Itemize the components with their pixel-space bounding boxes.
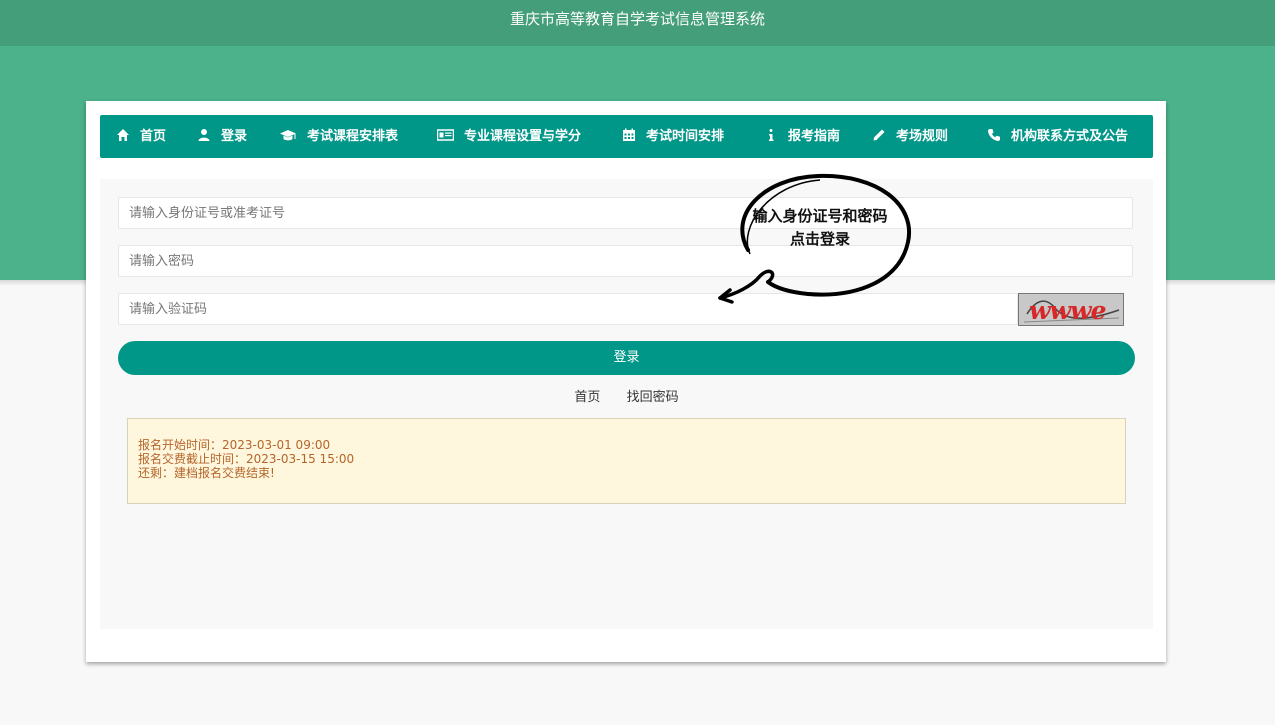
pencil-icon (872, 128, 886, 142)
title-bar: 重庆市高等教育自学考试信息管理系统 (0, 0, 1275, 46)
nav-item-login[interactable]: 登录 (197, 115, 247, 158)
annotation-text: 输入身份证号和密码 点击登录 (730, 205, 910, 251)
phone-icon (987, 128, 1001, 142)
nav-item-rules[interactable]: 考场规则 (872, 115, 948, 158)
main-nav: 首页 登录 考试课程安排表 专业课程设置与学分 考试时间安排 报考指南 考场规则… (100, 115, 1153, 158)
nav-label: 登录 (221, 129, 248, 144)
id-number-input[interactable] (119, 198, 1132, 228)
graduation-cap-icon (279, 128, 297, 142)
password-input[interactable] (119, 246, 1132, 276)
form-links: 首页 找回密码 (100, 386, 1153, 405)
captcha-text: wwwe (1029, 296, 1106, 325)
annotation-line2: 点击登录 (789, 230, 850, 248)
nav-item-guide[interactable]: 报考指南 (764, 115, 840, 158)
nav-label: 考试课程安排表 (307, 129, 399, 144)
nav-item-majors[interactable]: 专业课程设置与学分 (437, 115, 581, 158)
notice-remaining: 还剩：建档报名交费结束! (138, 466, 275, 480)
notice-start-time: 报名开始时间：2023-03-01 09:00 (138, 438, 331, 452)
home-link[interactable]: 首页 (574, 390, 600, 405)
user-icon (197, 128, 211, 142)
nav-item-exam-schedule[interactable]: 考试课程安排表 (279, 115, 398, 158)
login-button[interactable]: 登录 (118, 341, 1135, 375)
calendar-icon (622, 128, 636, 142)
nav-label: 专业课程设置与学分 (464, 129, 582, 144)
nav-label: 考试时间安排 (646, 129, 725, 144)
nav-label: 机构联系方式及公告 (1011, 129, 1129, 144)
nav-item-contact[interactable]: 机构联系方式及公告 (987, 115, 1128, 158)
page-title: 重庆市高等教育自学考试信息管理系统 (509, 10, 765, 28)
home-icon (116, 128, 130, 142)
nav-item-home[interactable]: 首页 (116, 115, 166, 158)
login-form: wwwe 登录 首页 找回密码 报名开始时间：2023-03-01 09:00 … (100, 179, 1153, 629)
nav-item-exam-time[interactable]: 考试时间安排 (622, 115, 724, 158)
id-number-field[interactable] (118, 197, 1133, 229)
nav-label: 首页 (140, 129, 167, 144)
info-icon (764, 128, 778, 142)
annotation-line1: 输入身份证号和密码 (752, 207, 888, 225)
id-card-icon (437, 128, 454, 142)
recover-password-link[interactable]: 找回密码 (627, 390, 679, 405)
login-card: 首页 登录 考试课程安排表 专业课程设置与学分 考试时间安排 报考指南 考场规则… (86, 101, 1166, 662)
password-field[interactable] (118, 245, 1133, 277)
registration-notice: 报名开始时间：2023-03-01 09:00 报名交费截止时间：2023-03… (127, 418, 1126, 504)
nav-label: 报考指南 (788, 129, 841, 144)
captcha-image[interactable]: wwwe (1018, 293, 1124, 326)
notice-deadline: 报名交费截止时间：2023-03-15 15:00 (138, 452, 355, 466)
nav-label: 考场规则 (896, 129, 949, 144)
